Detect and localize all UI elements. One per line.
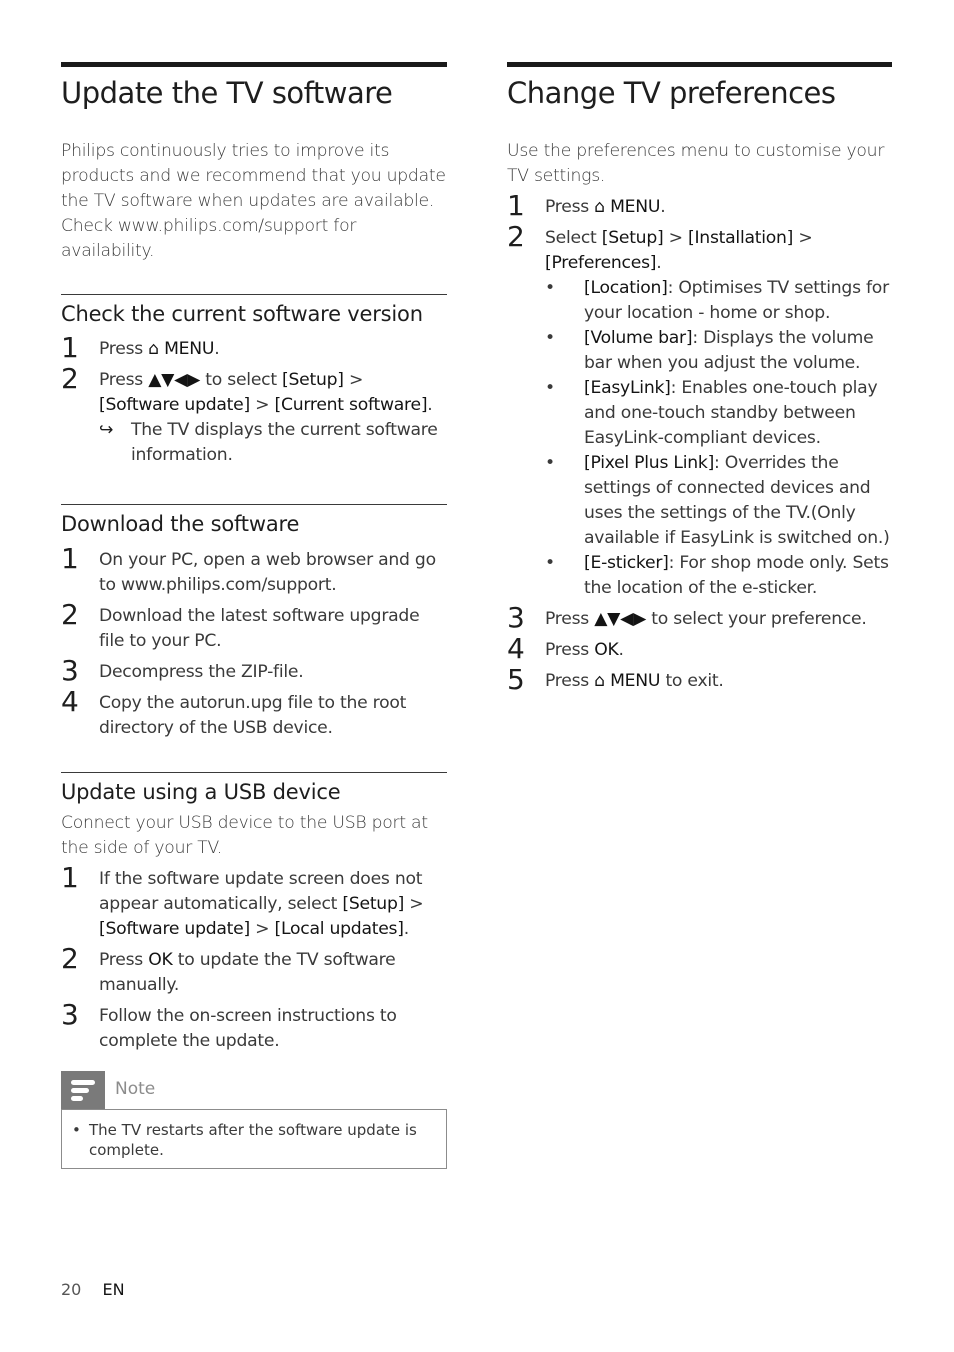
navigation-arrows-icon: ▲▼◀▶ (594, 609, 647, 629)
note-icon (61, 1071, 105, 1109)
subsection-rule (61, 504, 447, 505)
subsection-rule (61, 294, 447, 295)
page-number: 20 (61, 1280, 82, 1299)
usb-intro: Connect your USB device to the USB port … (61, 813, 428, 858)
home-icon: ⌂ (148, 339, 159, 359)
home-icon: ⌂ (594, 671, 605, 691)
step-number: 2 (61, 362, 79, 395)
result-arrow-icon: ↪ (99, 420, 114, 440)
option-location: • [Location]: Optimises TV settings for y… (545, 278, 889, 323)
usb-step-2: 2 Press OK to update the TV software man… (61, 942, 396, 996)
section-rule (61, 62, 447, 67)
section-title-update-software: Update the TV software (61, 76, 393, 110)
subheading-usb-update: Update using a USB device (61, 780, 341, 804)
language-code: EN (102, 1280, 125, 1299)
menu-key: MENU (610, 197, 661, 217)
note-text: The TV restarts after the software updat… (89, 1121, 417, 1159)
option-e-sticker: • [E-sticker]: For shop mode only. Sets t… (545, 553, 889, 598)
check-step-2: 2 Press ▲▼◀▶ to select [Setup] > [Softwa… (61, 364, 447, 468)
check-step-1: 1 Press ⌂ MENU. (61, 331, 220, 364)
option-volume-bar: • [Volume bar]: Displays the volume bar w… (545, 328, 874, 373)
note-label: Note (115, 1079, 156, 1099)
step-result: ↪ The TV displays the current software i… (99, 420, 438, 465)
home-icon: ⌂ (594, 197, 605, 217)
pref-step-1: 1 Press ⌂ MENU. (507, 189, 666, 222)
subsection-rule (61, 772, 447, 773)
pref-step-2: 2 Select [Setup] > [Installation] > [Pre… (507, 222, 892, 601)
download-step: 2 Download the latest software upgrade f… (61, 598, 420, 652)
option-pixel-plus-link: • [Pixel Plus Link]: Overrides the settin… (545, 453, 890, 548)
usb-step-1: 1 If the software update screen does not… (61, 861, 424, 940)
navigation-arrows-icon: ▲▼◀▶ (148, 370, 201, 390)
pref-step-3: 3 Press ▲▼◀▶ to select your preference. (507, 601, 867, 634)
subheading-download: Download the software (61, 512, 300, 536)
section-title-change-preferences: Change TV preferences (507, 76, 836, 110)
note-header: Note (61, 1071, 447, 1109)
usb-step-3: 3 Follow the on-screen instructions to c… (61, 998, 397, 1052)
download-step: 3 Decompress the ZIP-file. (61, 654, 304, 687)
pref-step-5: 5 Press ⌂ MENU to exit. (507, 663, 724, 696)
menu-key: MENU (164, 339, 215, 359)
section-rule (507, 62, 892, 67)
right-column: Change TV preferences Use the preference… (507, 62, 892, 696)
menu-key: MENU (610, 671, 661, 691)
update-intro: Philips continuously tries to improve it… (61, 141, 446, 261)
note-block: Note • The TV restarts after the softwar… (61, 1071, 447, 1169)
pref-step-4: 4 Press OK. (507, 632, 624, 665)
note-box: • The TV restarts after the software upd… (61, 1109, 447, 1169)
download-step: 4 Copy the autorun.upg file to the root … (61, 685, 407, 739)
bullet-icon: • (72, 1121, 81, 1139)
subheading-check-version: Check the current software version (61, 302, 423, 326)
option-easylink: • [EasyLink]: Enables one-touch play and … (545, 378, 878, 448)
preferences-intro: Use the preferences menu to customise yo… (507, 141, 885, 186)
left-column: Update the TV software Philips continuou… (61, 62, 447, 1169)
ok-key: OK (594, 640, 619, 660)
page-footer: 20 EN (61, 1280, 125, 1299)
download-step: 1 On your PC, open a web browser and go … (61, 542, 436, 596)
ok-key: OK (148, 950, 173, 970)
step-number: 1 (61, 331, 79, 364)
